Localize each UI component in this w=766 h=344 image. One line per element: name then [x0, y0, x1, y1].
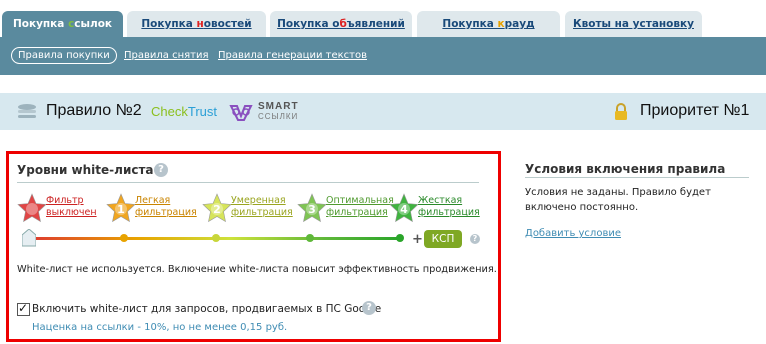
slider-stop-1[interactable] — [120, 234, 128, 242]
priority-label: Приоритет №1 — [640, 102, 750, 119]
star-icon: 2 — [202, 193, 232, 223]
enable-whitelist-checkbox[interactable] — [17, 301, 30, 316]
tab-label: сылок — [74, 18, 113, 30]
ksp-button[interactable]: КСП — [424, 230, 462, 248]
tab-label-highlight: б — [339, 18, 347, 30]
google-help-icon[interactable]: ? — [362, 301, 376, 315]
tab-label: Покупка — [442, 18, 498, 30]
slider-handle[interactable] — [22, 229, 36, 247]
divider — [525, 177, 749, 178]
level-label: Фильтр выключен — [46, 195, 97, 219]
plus-sign: + — [412, 232, 423, 247]
level-label-line: Жесткая — [418, 195, 463, 206]
subnav-text-generation-rules[interactable]: Правила генерации текстов — [218, 50, 367, 61]
tab-label: Покупка — [141, 18, 197, 30]
divider — [17, 182, 479, 183]
level-label: Легкая фильтрация — [135, 195, 197, 219]
level-label-line: выключен — [46, 207, 97, 218]
smart-links-icon — [229, 105, 253, 121]
checktrust-logo-part: Trust — [187, 104, 217, 119]
rule-stack-icon — [18, 104, 36, 118]
level-number: 4 — [400, 203, 408, 216]
tab-buy-news[interactable]: Покупка новостей — [127, 11, 266, 37]
level-label-line: фильтрация — [326, 207, 388, 218]
top-tabs: Покупка ссылок Покупка новостей Покупка … — [0, 11, 766, 37]
conditions-text: Условия не заданы. Правило будет включен… — [525, 187, 711, 213]
level-number: 2 — [213, 203, 221, 216]
lock-icon — [615, 103, 627, 120]
tab-label-highlight: к — [497, 18, 505, 30]
help-icon[interactable]: ? — [154, 163, 168, 177]
subnav-bar: Правила покупки Правила снятия Правила г… — [0, 37, 766, 75]
level-label: Жесткая фильтрация — [418, 195, 480, 219]
enable-whitelist-label[interactable]: Включить white-лист для запросов, продви… — [32, 303, 381, 315]
tab-label: овостей — [203, 18, 252, 30]
tab-label: ъявлений — [346, 18, 405, 30]
level-label-line: Умеренная — [231, 195, 286, 206]
level-label-line: фильтрация — [418, 207, 480, 218]
smart-links-logo: SMART ССЫЛКИ — [258, 102, 299, 122]
star-icon: 3 — [297, 193, 327, 223]
level-label: Умеренная фильтрация — [231, 195, 293, 219]
slider-stop-3[interactable] — [306, 234, 314, 242]
slider-stop-4[interactable] — [396, 234, 404, 242]
level-label-line: Легкая — [135, 195, 171, 206]
add-condition-link[interactable]: Добавить условие — [525, 228, 621, 239]
star-icon: 4 — [389, 193, 419, 223]
markup-text: Наценка на ссылки - 10%, но не менее 0,1… — [32, 322, 288, 333]
level-label-line: Оптимальная — [326, 195, 394, 206]
level-label-line: фильтрация — [231, 207, 293, 218]
level-label-line: Фильтр — [46, 195, 84, 206]
slider-stop-2[interactable] — [212, 234, 220, 242]
subnav-removal-rules[interactable]: Правила снятия — [124, 50, 208, 61]
tab-label-highlight: н — [196, 18, 204, 30]
star-icon: 1 — [106, 193, 136, 223]
smart-logo-text: SMART — [258, 101, 299, 112]
conditions-title: Условия включения правила — [525, 162, 726, 176]
checktrust-logo-part: Check — [151, 104, 188, 119]
whitelist-panel: Уровни white-листа ? Фильтр выключен 1 Легк… — [6, 151, 501, 342]
tab-label: Покупка — [12, 18, 69, 30]
tab-install-quotas[interactable]: Квоты на установку — [565, 11, 702, 37]
smart-logo-subtext: ССЫЛКИ — [258, 112, 299, 121]
level-label-line: фильтрация — [135, 207, 197, 218]
whitelist-info-text: White-лист не используется. Включение wh… — [17, 264, 497, 275]
tab-buy-crowd[interactable]: Покупка крауд — [417, 11, 560, 37]
level-number: 1 — [117, 203, 125, 216]
tab-buy-ads[interactable]: Покупка объявлений — [270, 11, 412, 37]
whitelist-title: Уровни white-листа — [17, 163, 154, 177]
subnav-buy-rules[interactable]: Правила покупки — [11, 47, 117, 64]
tab-label: Покупка о — [277, 18, 340, 30]
rule-title: Правило №2 — [46, 102, 142, 119]
tab-buy-links[interactable]: Покупка ссылок — [2, 11, 123, 37]
rule-header: Правило №2 CheckTrust SMART ССЫЛКИ Приори… — [0, 93, 766, 130]
ksp-help-icon[interactable]: ? — [470, 234, 480, 244]
tab-label: рауд — [504, 18, 535, 30]
checktrust-logo: CheckTrust — [151, 104, 217, 119]
star-icon — [17, 193, 47, 223]
level-number: 3 — [308, 203, 316, 216]
tab-label: Квоты на установку — [573, 18, 694, 30]
level-label: Оптимальная фильтрация — [326, 195, 394, 219]
